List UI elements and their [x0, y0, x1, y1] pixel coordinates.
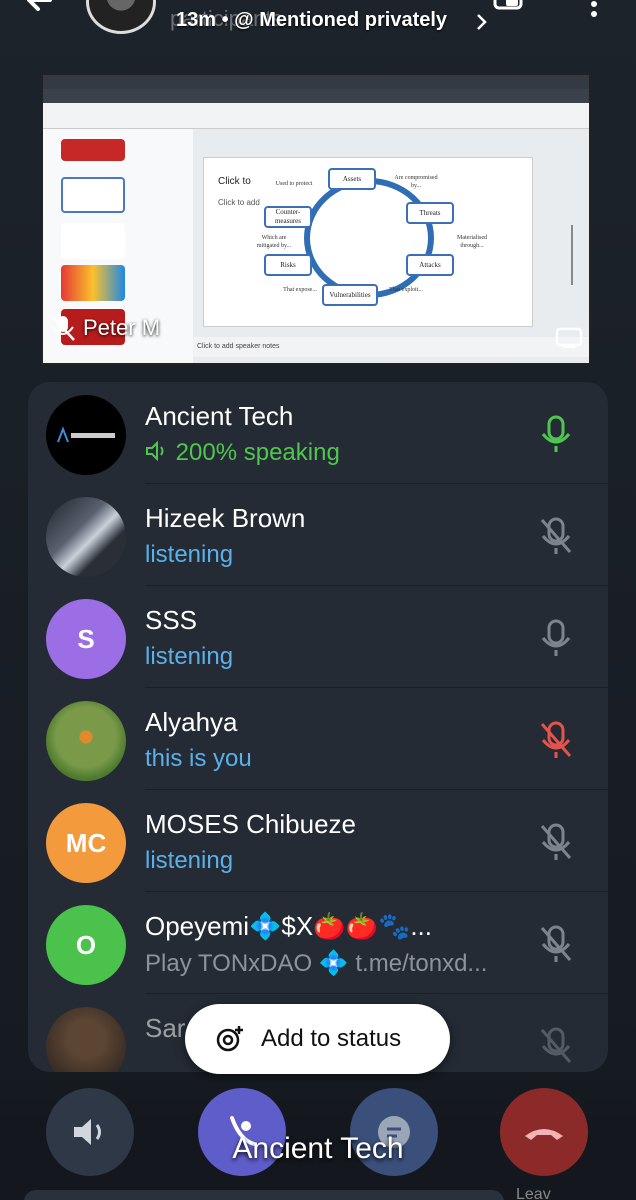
mic-muted-icon[interactable]	[538, 1026, 574, 1066]
participant-status: Play TONxDAO 💠 t.me/tonxd...	[145, 950, 488, 977]
participant-status: listening	[145, 847, 234, 874]
video-speaker-label: Peter M	[49, 313, 160, 343]
participant-row[interactable]: MC MOSES Chibueze listening	[28, 790, 608, 892]
participant-status: listening	[145, 541, 234, 568]
participant-row[interactable]: Alyahya this is you	[28, 688, 608, 790]
mic-muted-icon[interactable]	[538, 516, 574, 556]
slide-subtitle: Click to add	[218, 198, 260, 207]
mic-muted-red-icon[interactable]	[538, 720, 574, 760]
cycle-node: Risks	[264, 254, 312, 276]
top-bar: participants 13m • @ Mentioned privately	[0, 0, 636, 44]
cycle-note: Are compromised by...	[394, 175, 438, 189]
cycle-note: Materialised through...	[457, 235, 487, 249]
voice-chat-screen: participants 13m • @ Mentioned privately…	[0, 0, 636, 1200]
participant-name: Opeyemi💠$X🍅🍅🐾...	[145, 911, 433, 941]
slide-title: Click to	[218, 176, 251, 187]
leave-label: Leav	[516, 1186, 551, 1200]
browser-tab-bar	[43, 75, 589, 89]
mic-off-icon	[51, 315, 75, 341]
cycle-note: Which are mitigated by...	[256, 235, 292, 249]
participant-status: listening	[145, 643, 234, 670]
mic-muted-icon[interactable]	[538, 924, 574, 964]
mic-muted-icon[interactable]	[538, 822, 574, 862]
participant-row[interactable]: O Opeyemi💠$X🍅🍅🐾... Play TONxDAO 💠 t.me/t…	[28, 892, 608, 994]
shared-screen-video[interactable]: Click to Click to add Assets Threats Att…	[41, 73, 591, 365]
participant-row[interactable]: Hizeek Brown listening	[28, 484, 608, 586]
mic-active-icon[interactable]	[538, 414, 574, 454]
cycle-note: That exploit...	[389, 287, 423, 293]
participant-avatar: S	[46, 599, 126, 679]
participant-row[interactable]: Ancient Tech 200% speaking	[28, 382, 608, 484]
participants-list: Ancient Tech 200% speaking Hizeek Brown …	[28, 382, 608, 1072]
slide-canvas: Click to Click to add Assets Threats Att…	[203, 157, 533, 327]
more-vertical-icon[interactable]	[584, 0, 604, 20]
privacy-label: @ Mentioned privately	[234, 9, 448, 31]
cycle-node: Counter-measures	[264, 206, 312, 228]
slide-thumbnail	[61, 139, 125, 161]
chevron-right-icon[interactable]	[474, 11, 490, 33]
participant-name: Ancient Tech	[145, 401, 294, 431]
speaker-notes-bar: Click to add speaker notes	[193, 337, 589, 357]
participant-name: MOSES Chibueze	[145, 809, 356, 839]
chat-avatar[interactable]	[86, 0, 156, 34]
participant-avatar: O	[46, 905, 126, 985]
top-status-line[interactable]: 13m • @ Mentioned privately	[176, 9, 447, 32]
participant-status: 200% speaking	[145, 439, 340, 467]
elapsed-time: 13m	[176, 9, 217, 31]
bottom-input-pill[interactable]	[24, 1190, 504, 1200]
cycle-diagram-ring	[304, 178, 434, 298]
participant-name: Hizeek Brown	[145, 503, 306, 533]
participant-avatar: MC	[46, 803, 126, 883]
cycle-node: Attacks	[406, 254, 454, 276]
cycle-node: Assets	[328, 168, 376, 190]
participant-row[interactable]: S SSS listening	[28, 586, 608, 688]
participant-name: Sar	[145, 1013, 186, 1043]
side-panel-icons	[571, 225, 581, 285]
separator-dot: •	[221, 9, 229, 31]
participant-status: this is you	[145, 745, 252, 772]
cycle-note: That expose...	[283, 287, 317, 293]
add-to-status-button[interactable]: Add to status	[185, 1004, 450, 1074]
slides-toolbar	[43, 103, 589, 129]
picture-in-picture-icon[interactable]	[492, 0, 528, 14]
participant-name: SSS	[145, 605, 198, 635]
screen-share-icon[interactable]	[555, 327, 583, 349]
video-speaker-name: Peter M	[83, 315, 161, 340]
speaker-volume-icon	[146, 440, 164, 462]
slide-thumbnail	[61, 177, 125, 213]
participant-avatar	[46, 701, 126, 781]
participant-avatar	[46, 1007, 126, 1072]
participant-avatar	[46, 395, 126, 475]
camera-plus-icon	[216, 1026, 243, 1052]
participant-avatar	[46, 497, 126, 577]
ancient-tech-logo-icon	[57, 426, 115, 443]
browser-url-bar	[43, 89, 589, 103]
participant-status-text: 200% speaking	[175, 439, 340, 466]
slide-thumbnail	[61, 265, 125, 301]
cycle-node: Threats	[406, 202, 454, 224]
back-arrow-icon[interactable]	[22, 0, 56, 20]
cycle-node: Vulnerabilities	[322, 284, 378, 306]
cycle-note: Used to protect	[275, 181, 313, 187]
slide-thumbnail	[61, 223, 125, 259]
participant-name: Alyahya	[145, 707, 238, 737]
mic-icon[interactable]	[538, 618, 574, 658]
add-to-status-label: Add to status	[261, 1025, 402, 1052]
call-title: Ancient Tech	[232, 1132, 404, 1165]
